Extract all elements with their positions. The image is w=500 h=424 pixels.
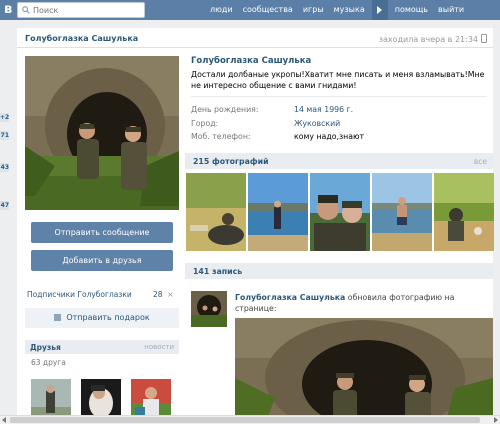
nav-help[interactable]: помощь xyxy=(390,0,433,20)
send-gift-button[interactable]: Отправить подарок xyxy=(25,308,179,328)
nav-logout[interactable]: выйти xyxy=(433,0,469,20)
music-play-button[interactable] xyxy=(371,0,388,20)
close-icon[interactable]: × xyxy=(167,290,174,299)
photo-image xyxy=(372,173,432,251)
mobile-phone-icon xyxy=(481,34,487,43)
subscribers-label[interactable]: Подписчики Голубоглазки xyxy=(27,290,132,299)
photo-image xyxy=(186,173,246,251)
top-header: в люди сообщества игры музыка помощь вый… xyxy=(0,0,500,20)
left-menu-counter[interactable]: +2 xyxy=(0,113,9,122)
send-message-button[interactable]: Отправить сообщение xyxy=(31,222,173,243)
profile-avatar[interactable] xyxy=(25,56,179,210)
birthday-value[interactable]: 14 мая 1996 г. xyxy=(294,105,353,114)
friends-news-link[interactable]: новости xyxy=(144,343,174,351)
send-gift-label: Отправить подарок xyxy=(66,313,150,322)
search-box[interactable] xyxy=(17,2,145,18)
photo-thumbnail[interactable] xyxy=(372,173,432,251)
profile-name: Голубоглазка Сашулька xyxy=(191,56,312,66)
city-value[interactable]: Жуковский xyxy=(294,119,340,128)
page-title: Голубоглазка Сашулька xyxy=(25,34,139,43)
photo-thumbnail[interactable] xyxy=(186,173,246,251)
friends-title[interactable]: Друзья xyxy=(30,343,61,352)
add-friend-button[interactable]: Добавить в друзья xyxy=(31,250,173,271)
profile-page: Голубоглазка Сашулька заходила вчера в 2… xyxy=(17,28,494,424)
wall-title[interactable]: 141 запись xyxy=(193,267,242,276)
photo-thumbnail[interactable] xyxy=(310,173,370,251)
search-input[interactable] xyxy=(33,3,141,17)
photo-image xyxy=(434,173,494,251)
photos-header[interactable]: 215 фотографий все xyxy=(185,153,493,169)
left-menu-counter[interactable]: 71 xyxy=(0,131,9,140)
last-seen-status: заходила вчера в 21:34 xyxy=(379,34,487,44)
photo-image xyxy=(248,173,308,251)
photos-title[interactable]: 215 фотографий xyxy=(193,157,269,166)
nav-communities[interactable]: сообщества xyxy=(238,0,298,20)
top-nav: люди сообщества игры музыка помощь выйти xyxy=(205,0,469,20)
profile-status[interactable]: Достали долбаные укропы!Хватит мне писат… xyxy=(191,69,491,91)
gift-icon xyxy=(54,314,62,321)
post-text: Голубоглазка Сашулька обновила фотографи… xyxy=(235,292,491,314)
city-label: Город: xyxy=(191,119,219,128)
left-menu-counter[interactable]: 43 xyxy=(0,163,9,172)
nav-people[interactable]: люди xyxy=(205,0,238,20)
horizontal-scrollbar[interactable] xyxy=(0,415,500,424)
play-icon xyxy=(377,6,383,14)
last-seen-text: заходила вчера в 21:34 xyxy=(378,35,478,44)
phone-label: Моб. телефон: xyxy=(191,132,251,141)
scrollbar-thumb[interactable] xyxy=(10,417,480,423)
nav-music[interactable]: музыка xyxy=(329,0,370,20)
nav-games[interactable]: игры xyxy=(298,0,329,20)
post-author-link[interactable]: Голубоглазка Сашулька xyxy=(235,293,345,302)
avatar-photo xyxy=(25,56,179,210)
scroll-left-arrow-icon[interactable] xyxy=(0,416,9,424)
vk-logo[interactable]: в xyxy=(0,0,18,20)
phone-value: кому надо,знают xyxy=(294,132,365,141)
post-image[interactable] xyxy=(235,318,493,424)
subscribers-count: 28 xyxy=(153,290,163,299)
photo-image xyxy=(310,173,370,251)
subscribers-row[interactable]: Подписчики Голубоглазки 28 × xyxy=(27,290,177,302)
left-menu-counter[interactable]: 47 xyxy=(0,201,9,210)
wall-header[interactable]: 141 запись xyxy=(185,263,493,279)
birthday-label: День рождения: xyxy=(191,105,259,114)
friends-header[interactable]: Друзья новости xyxy=(25,340,179,354)
search-icon xyxy=(22,6,30,14)
info-divider xyxy=(191,96,487,97)
page-header: Голубоглазка Сашулька заходила вчера в 2… xyxy=(17,28,493,48)
post-avatar-photo xyxy=(191,291,227,327)
scroll-right-arrow-icon[interactable] xyxy=(491,416,500,424)
friends-count: 63 друга xyxy=(31,358,66,367)
post-author-avatar[interactable] xyxy=(191,291,227,327)
photos-all-link[interactable]: все xyxy=(474,157,487,166)
photo-thumbnail[interactable] xyxy=(434,173,494,251)
post-photo xyxy=(235,318,493,424)
photo-thumbnail[interactable] xyxy=(248,173,308,251)
